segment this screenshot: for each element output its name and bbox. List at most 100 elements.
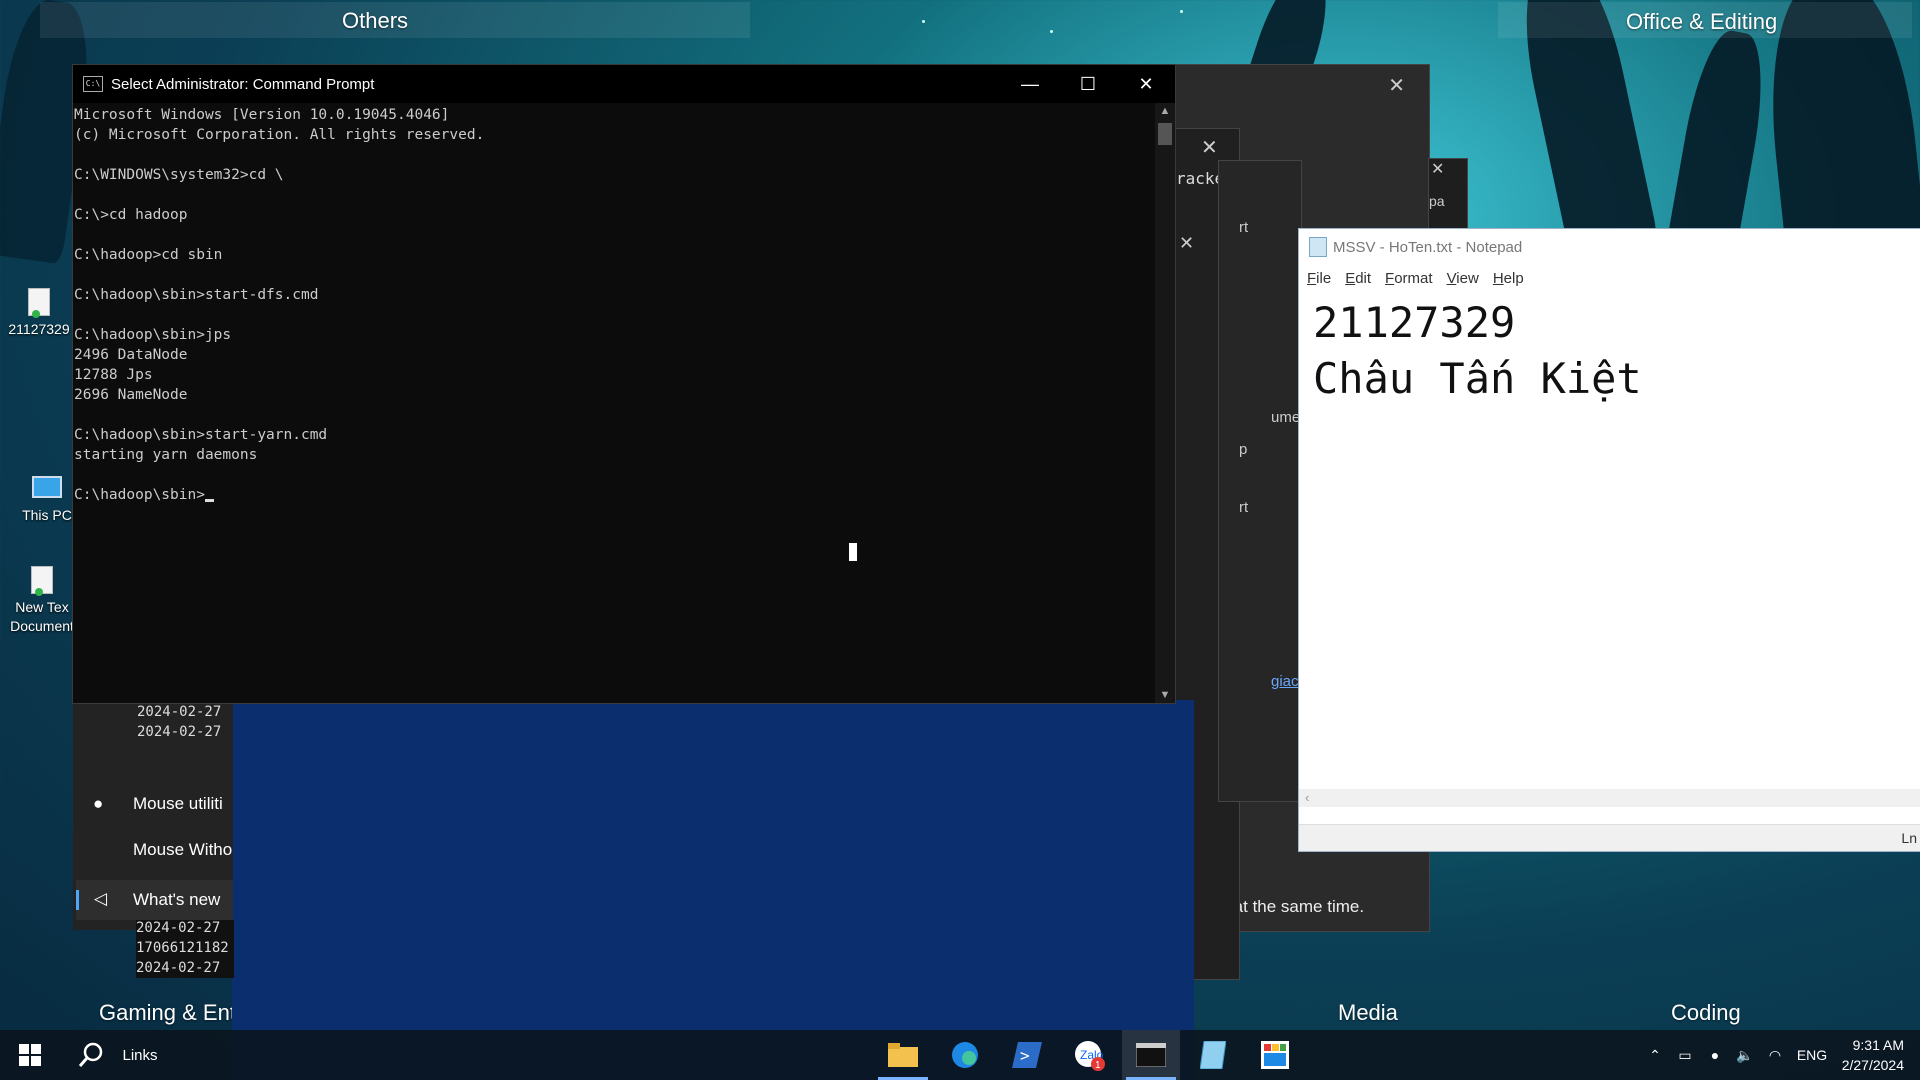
close-icon[interactable]: ✕ <box>1201 135 1218 160</box>
scroll-left-icon[interactable]: ‹ <box>1305 790 1309 805</box>
notepad-window[interactable]: MSSV - HoTen.txt - Notepad File Edit For… <box>1298 228 1920 852</box>
console-line: C:\WINDOWS\system32>cd \ <box>74 167 284 183</box>
start-item-label: Mouse Witho <box>133 840 233 859</box>
desktop-icon-new-text-document[interactable]: New Tex Document <box>6 566 78 636</box>
text-line: 21127329 <box>1313 298 1516 347</box>
desktop-icon-label: 21127329 <box>8 321 70 337</box>
start-menu-panel: 2024-02-27 2024-02-27 ● Mouse utiliti Mo… <box>73 690 233 930</box>
text-cursor <box>204 499 214 502</box>
close-icon[interactable]: ✕ <box>1431 159 1444 179</box>
scroll-down-icon[interactable]: ▼ <box>1155 689 1175 701</box>
svg-text:>: > <box>1020 1046 1030 1065</box>
taskbar: Links > Zalo 1 ⌃ ▭ ● 🔈 ◠ ENG 9:31 AM 2/27… <box>0 1030 1920 1080</box>
group-header-others: Others <box>342 8 409 33</box>
window-text-fragment: ume <box>1271 409 1301 426</box>
clock[interactable]: 9:31 AM 2/27/2024 <box>1842 1035 1904 1075</box>
close-icon[interactable]: ✕ <box>1388 73 1405 98</box>
minimize-button[interactable]: — <box>1001 74 1059 95</box>
start-button[interactable] <box>0 1030 60 1080</box>
mouse-icon: ● <box>93 794 104 813</box>
cmd-icon <box>1136 1043 1166 1067</box>
scroll-thumb[interactable] <box>1158 123 1172 145</box>
title-bar[interactable]: MSSV - HoTen.txt - Notepad <box>1299 229 1920 265</box>
menu-format[interactable]: Format <box>1385 270 1433 287</box>
taskbar-app-powershell[interactable]: > <box>998 1030 1056 1080</box>
background-blue-window <box>232 700 1194 1080</box>
background-window-3[interactable]: rt p rt ume giaco <box>1218 160 1307 802</box>
taskbar-app-command-prompt[interactable] <box>1122 1030 1180 1080</box>
start-item-whats-new[interactable]: ◁ What's new <box>76 880 233 920</box>
wifi-icon[interactable]: ◠ <box>1760 1047 1790 1064</box>
text-line: Châu Tấn Kiệt <box>1313 354 1642 403</box>
console-line: C:\hadoop\sbin>start-yarn.cmd <box>74 427 328 443</box>
background-window-4[interactable]: ✕ pa <box>1428 158 1468 230</box>
taskbar-app-zalo[interactable]: Zalo 1 <box>1060 1030 1118 1080</box>
this-pc-icon <box>32 476 62 498</box>
group-header-office: Office & Editing <box>1626 9 1778 34</box>
log-line: 17066121182 <box>136 940 229 956</box>
start-item-mouse-without-borders[interactable]: Mouse Witho <box>73 840 233 860</box>
desktop-icon-label: This PC <box>22 507 72 523</box>
console-line: 2496 DataNode <box>74 347 188 363</box>
microphone-icon[interactable]: ● <box>1700 1047 1730 1063</box>
scroll-up-icon[interactable]: ▲ <box>1155 105 1175 117</box>
mouse-cursor-icon <box>849 543 857 561</box>
horizontal-scrollbar[interactable]: ‹ <box>1299 789 1920 807</box>
status-line: Ln <box>1901 830 1917 846</box>
chevron-up-icon[interactable]: ⌃ <box>1640 1047 1670 1064</box>
console-line: C:\hadoop\sbin>jps <box>74 327 232 343</box>
group-header-media: Media <box>1338 1000 1398 1025</box>
clock-date: 2/27/2024 <box>1841 1057 1904 1073</box>
window-text-fragment: racke <box>1176 169 1225 188</box>
console-output[interactable]: Microsoft Windows [Version 10.0.19045.40… <box>73 103 1153 703</box>
links-toolbar[interactable]: Links <box>120 1030 160 1080</box>
title-bar[interactable]: C:\ Select Administrator: Command Prompt… <box>73 65 1175 103</box>
window-title: MSSV - HoTen.txt - Notepad <box>1333 238 1523 256</box>
volume-icon[interactable]: 🔈 <box>1730 1047 1760 1064</box>
vertical-scrollbar[interactable]: ▲ ▼ <box>1155 103 1175 703</box>
log-line: 2024-02-27 <box>137 704 222 720</box>
log-panel: 2024-02-27 17066121182 2024-02-27 <box>136 920 234 978</box>
console-line: C:\hadoop\sbin>start-dfs.cmd <box>74 287 319 303</box>
maximize-button[interactable]: ☐ <box>1059 74 1117 95</box>
window-title: Select Administrator: Command Prompt <box>111 75 375 93</box>
taskbar-app-paint[interactable] <box>1246 1030 1304 1080</box>
start-item-label: Mouse utiliti <box>133 794 223 813</box>
powershell-icon: > <box>1012 1042 1042 1068</box>
menu-edit[interactable]: Edit <box>1345 270 1371 287</box>
start-item-label: What's new <box>133 890 221 909</box>
close-button[interactable]: ✕ <box>1117 74 1175 95</box>
close-icon[interactable]: ✕ <box>1179 233 1194 254</box>
menu-file[interactable]: File <box>1307 270 1331 287</box>
menu-view[interactable]: View <box>1447 270 1479 287</box>
command-prompt-window[interactable]: C:\ Select Administrator: Command Prompt… <box>72 64 1176 704</box>
text-editor[interactable]: 21127329 Châu Tấn Kiệt <box>1313 295 1642 407</box>
desktop-icon-label: New Tex Document <box>10 599 74 634</box>
links-label: Links <box>122 1046 158 1064</box>
console-line: C:\>cd hadoop <box>74 207 188 223</box>
text-document-icon <box>28 288 50 318</box>
windows-logo-icon <box>19 1044 41 1066</box>
log-line: 2024-02-27 <box>136 920 221 936</box>
taskbar-app-edge[interactable] <box>936 1030 994 1080</box>
console-line: starting yarn daemons <box>74 447 258 463</box>
search-button[interactable] <box>68 1030 114 1080</box>
taskbar-app-notepad[interactable] <box>1184 1030 1242 1080</box>
group-header-coding: Coding <box>1671 1000 1741 1025</box>
status-bar: Ln <box>1299 824 1920 851</box>
notepad-icon <box>1200 1041 1226 1069</box>
megaphone-icon: ◁ <box>94 889 108 908</box>
window-text-fragment: rt <box>1239 219 1249 236</box>
taskbar-app-file-explorer[interactable] <box>874 1030 932 1080</box>
language-indicator[interactable]: ENG <box>1790 1047 1834 1063</box>
edge-icon <box>952 1042 978 1068</box>
console-line: Microsoft Windows [Version 10.0.19045.40… <box>74 107 450 123</box>
battery-icon[interactable]: ▭ <box>1670 1047 1700 1064</box>
start-item-mouse-utilities[interactable]: ● Mouse utiliti <box>73 790 233 820</box>
desktop-icon-21127329[interactable]: 21127329 <box>0 288 78 339</box>
search-icon <box>78 1042 103 1067</box>
menu-help[interactable]: Help <box>1493 270 1524 287</box>
